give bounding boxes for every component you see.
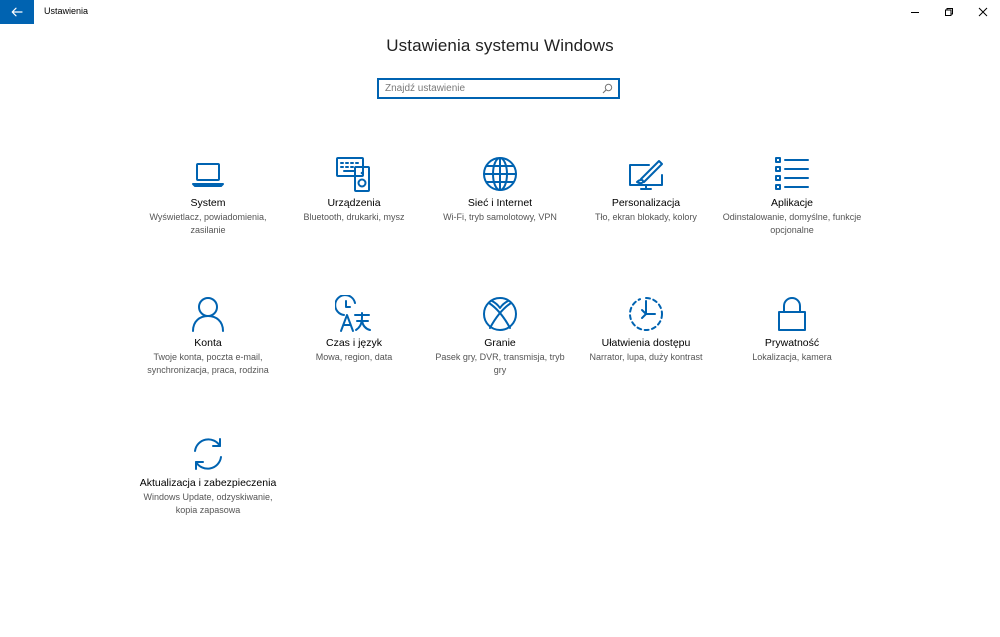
back-arrow-icon [11, 7, 23, 17]
tile-name: System [190, 197, 226, 209]
tile-gaming[interactable]: Granie Pasek gry, DVR, transmisja, tryb … [430, 295, 570, 377]
tile-name: Urządzenia [327, 197, 381, 209]
tile-description: Windows Update, odzyskiwanie, kopia zapa… [143, 492, 273, 515]
search-icon[interactable] [602, 83, 613, 94]
tile-description: Wi-Fi, tryb samolotowy, VPN [443, 212, 557, 222]
accessibility-icon [629, 297, 663, 331]
search-input[interactable] [385, 81, 595, 96]
tile-description: Pasek gry, DVR, transmisja, tryb gry [435, 352, 565, 375]
tile-name: Personalizacja [611, 197, 681, 209]
sync-icon [194, 438, 222, 470]
app-title: Ustawienia [44, 6, 89, 16]
tile-description: Mowa, region, data [315, 352, 393, 362]
globe-icon [483, 157, 517, 191]
tile-description: Odinstalowanie, domyślne, funkcje opcjon… [722, 212, 862, 235]
tile-description: Tło, ekran blokady, kolory [595, 212, 697, 222]
paint-icon [629, 160, 663, 190]
tile-description: Narrator, lupa, duży kontrast [589, 352, 703, 362]
tile-time-language[interactable]: Czas i język Mowa, region, data [284, 295, 424, 364]
tile-name: Prywatność [764, 337, 820, 349]
minimize-button[interactable] [898, 0, 932, 24]
tile-system[interactable]: System Wyświetlacz, powiadomienia, zasil… [138, 155, 278, 237]
tile-update-security[interactable]: Aktualizacja i zabezpieczenia Windows Up… [138, 435, 278, 517]
restore-icon [945, 8, 953, 16]
tile-name: Konta [194, 337, 222, 349]
search-box[interactable] [377, 78, 620, 99]
tile-description: Wyświetlacz, powiadomienia, zasilanie [149, 212, 267, 235]
tile-name: Aktualizacja i zabezpieczenia [139, 477, 277, 489]
xbox-icon [483, 297, 517, 331]
close-button[interactable] [966, 0, 1000, 24]
devices-icon [336, 157, 370, 192]
tile-network[interactable]: Sieć i Internet Wi-Fi, tryb samolotowy, … [430, 155, 570, 224]
tile-name: Ułatwienia dostępu [601, 337, 691, 349]
tile-name: Granie [484, 337, 516, 349]
time-language-icon [335, 295, 371, 332]
title-bar: Ustawienia [0, 0, 1000, 24]
back-button[interactable] [0, 0, 34, 24]
tile-name: Czas i język [325, 337, 382, 349]
tile-personalization[interactable]: Personalizacja Tło, ekran blokady, kolor… [576, 155, 716, 224]
tile-name: Aplikacje [770, 197, 814, 209]
page-title: Ustawienia systemu Windows [386, 36, 614, 55]
tile-name: Sieć i Internet [467, 197, 533, 209]
tile-description: Bluetooth, drukarki, mysz [303, 212, 405, 222]
tile-devices[interactable]: Urządzenia Bluetooth, drukarki, mysz [284, 155, 424, 224]
tile-description: Lokalizacja, kamera [752, 352, 832, 362]
restore-button[interactable] [932, 0, 966, 24]
lock-icon [778, 297, 806, 331]
tile-privacy[interactable]: Prywatność Lokalizacja, kamera [722, 295, 862, 364]
tile-description: Twoje konta, poczta e-mail, synchronizac… [147, 352, 269, 375]
laptop-icon [192, 163, 224, 187]
minimize-icon [911, 12, 919, 13]
close-icon [978, 7, 988, 17]
apps-list-icon [775, 157, 809, 190]
tile-apps[interactable]: Aplikacje Odinstalowanie, domyślne, funk… [722, 155, 862, 237]
tile-accounts[interactable]: Konta Twoje konta, poczta e-mail, synchr… [138, 295, 278, 377]
person-icon [192, 297, 224, 332]
tile-accessibility[interactable]: Ułatwienia dostępu Narrator, lupa, duży … [576, 295, 716, 364]
